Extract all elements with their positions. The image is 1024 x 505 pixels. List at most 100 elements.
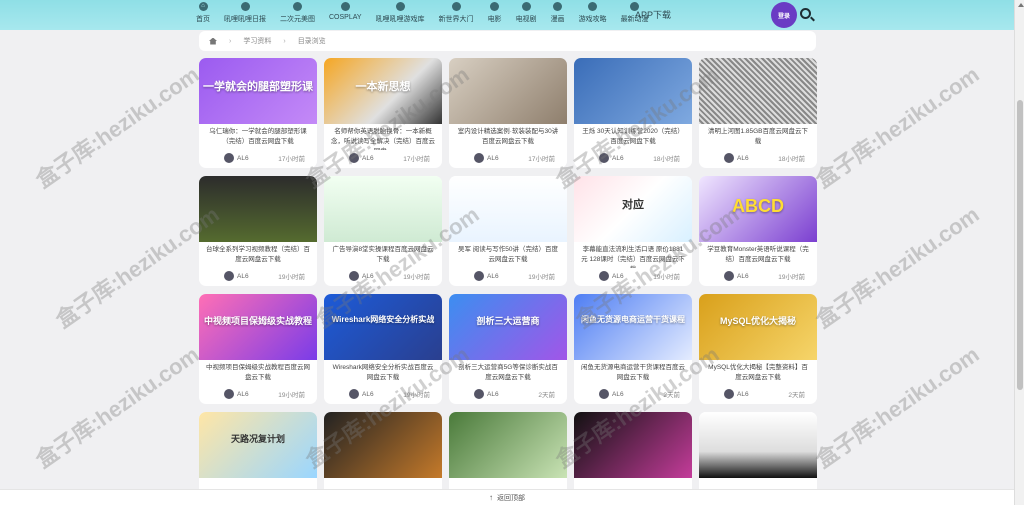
avatar[interactable] (724, 271, 734, 281)
author-name[interactable]: AL6 (362, 155, 374, 162)
post-thumbnail[interactable]: 中视频项目保姆级实战教程 (199, 294, 317, 360)
author-name[interactable]: AL6 (737, 391, 749, 398)
nav-item-tv[interactable]: 电视剧 (516, 2, 537, 24)
post-card[interactable]: 一学就会的腿部塑形课 乌仁瑞你：一学就会的腿部塑形课（完结）百度云网盘下载 AL… (199, 58, 317, 168)
post-thumbnail[interactable] (699, 412, 817, 478)
post-thumbnail[interactable]: MySQL优化大揭秘 (699, 294, 817, 360)
search-icon[interactable] (800, 8, 811, 19)
app-download-link[interactable]: APP下载 (635, 8, 671, 21)
post-title[interactable]: 名师帮你英语脱胎换骨：一本新概念，听说读写全解决（完结）百度云网盘... (324, 124, 442, 150)
post-card[interactable]: ABCD 学豆教育Monster英语听说课程（完结）百度云网盘云下载 AL6 19… (699, 176, 817, 286)
post-title[interactable]: MySQL优化大揭秘【完整资料】百度云网盘云下载 (699, 360, 817, 386)
post-thumbnail[interactable] (699, 58, 817, 124)
nav-item-comics[interactable]: 漫画 (551, 2, 565, 24)
author-name[interactable]: AL6 (612, 391, 624, 398)
author-name[interactable]: AL6 (487, 391, 499, 398)
nav-item-home[interactable]: ⌂ 首页 (196, 2, 210, 24)
avatar[interactable] (224, 271, 234, 281)
post-card[interactable]: 王烁 30天认知训练营2020（完结）百度云网盘下载 AL6 18小时前 (574, 58, 692, 168)
post-thumbnail[interactable]: 一学就会的腿部塑形课 (199, 58, 317, 124)
scrollbar-thumb[interactable] (1017, 100, 1023, 390)
post-title[interactable]: 室内设计精选案例·软装装配与30讲百度云网盘云下载 (449, 124, 567, 150)
post-title[interactable]: 台球全系列学习视频教程（完结）百度云网盘云下载 (199, 242, 317, 268)
post-card[interactable]: 吴军 阅读与写作50讲（完结）百度云网盘云下载 AL6 19小时前 (449, 176, 567, 286)
post-title[interactable]: 王烁 30天认知训练营2020（完结）百度云网盘下载 (574, 124, 692, 150)
nav-item-cosplay[interactable]: COSPLAY (329, 2, 362, 24)
avatar[interactable] (724, 153, 734, 163)
post-card[interactable]: Wireshark网络安全分析实战 Wireshark网络安全分析实战百度云网盘… (324, 294, 442, 404)
post-card[interactable]: MySQL优化大揭秘 MySQL优化大揭秘【完整资料】百度云网盘云下载 AL6 2… (699, 294, 817, 404)
avatar[interactable] (474, 153, 484, 163)
avatar[interactable] (349, 271, 359, 281)
post-thumbnail[interactable]: ABCD (699, 176, 817, 242)
post-thumbnail[interactable] (449, 176, 567, 242)
nav-item-daily[interactable]: 吼哩吼哩日报 (224, 2, 266, 24)
avatar[interactable] (224, 153, 234, 163)
post-title[interactable]: 清明上河图1.85GB百度云网盘云下载 (699, 124, 817, 150)
home-icon[interactable] (209, 37, 217, 45)
nav-item-movies[interactable]: 电影 (488, 2, 502, 24)
post-thumbnail[interactable] (449, 412, 567, 478)
nav-item-games[interactable]: 吼哩吼哩游戏库 (376, 2, 425, 24)
nav-item-images[interactable]: 二次元美图 (280, 2, 315, 24)
author-name[interactable]: AL6 (237, 273, 249, 280)
post-card[interactable]: 闲鱼无货源电商运营干货课程 闲鱼无货源电商运营干货课程百度云网盘云下载 AL6 2… (574, 294, 692, 404)
post-thumbnail[interactable] (574, 58, 692, 124)
author-name[interactable]: AL6 (737, 155, 749, 162)
post-card[interactable]: 中视频项目保姆级实战教程 中视频项目保姆级实战教程百度云网盘云下载 AL6 19小… (199, 294, 317, 404)
post-thumbnail[interactable]: 剖析三大运营商 (449, 294, 567, 360)
author-name[interactable]: AL6 (487, 273, 499, 280)
post-thumbnail[interactable]: 天路况复计划 (199, 412, 317, 478)
post-thumbnail[interactable]: 对应 (574, 176, 692, 242)
post-card[interactable]: 广告导演8堂实操课程百度云网盘云下载 AL6 19小时前 (324, 176, 442, 286)
scroll-up-icon[interactable] (1018, 3, 1024, 7)
post-thumbnail[interactable]: 一本新思想 (324, 58, 442, 124)
post-title[interactable]: 李幕能直法流利生活口语 原价1881元 128课时（完结）百度云网盘云下载 (574, 242, 692, 268)
post-title[interactable]: 吴军 阅读与写作50讲（完结）百度云网盘云下载 (449, 242, 567, 268)
post-title[interactable]: 学豆教育Monster英语听说课程（完结）百度云网盘云下载 (699, 242, 817, 268)
avatar[interactable] (224, 389, 234, 399)
login-button[interactable]: 登录 (771, 2, 797, 28)
avatar[interactable] (599, 389, 609, 399)
author-name[interactable]: AL6 (237, 391, 249, 398)
author-name[interactable]: AL6 (362, 391, 374, 398)
author-name[interactable]: AL6 (237, 155, 249, 162)
back-to-top-label[interactable]: 返回顶部 (497, 493, 525, 503)
post-thumbnail[interactable] (324, 412, 442, 478)
post-title[interactable]: 广告导演8堂实操课程百度云网盘云下载 (324, 242, 442, 268)
avatar[interactable] (599, 153, 609, 163)
nav-item-game-guides[interactable]: 游戏攻略 (579, 2, 607, 24)
post-card[interactable]: 室内设计精选案例·软装装配与30讲百度云网盘云下载 AL6 17小时前 (449, 58, 567, 168)
post-thumbnail[interactable] (324, 176, 442, 242)
avatar[interactable] (474, 389, 484, 399)
author-name[interactable]: AL6 (487, 155, 499, 162)
post-title[interactable]: 中视频项目保姆级实战教程百度云网盘云下载 (199, 360, 317, 386)
post-thumbnail[interactable] (199, 176, 317, 242)
author-name[interactable]: AL6 (737, 273, 749, 280)
avatar[interactable] (349, 389, 359, 399)
post-title[interactable]: 闲鱼无货源电商运营干货课程百度云网盘云下载 (574, 360, 692, 386)
post-title[interactable]: Wireshark网络安全分析实战百度云网盘云下载 (324, 360, 442, 386)
scrollbar[interactable] (1014, 0, 1024, 505)
post-thumbnail[interactable]: Wireshark网络安全分析实战 (324, 294, 442, 360)
post-card[interactable]: 剖析三大运营商 剖析三大运营商5G等保诊断实战百度云网盘云下载 AL6 2天前 (449, 294, 567, 404)
post-card[interactable]: 清明上河图1.85GB百度云网盘云下载 AL6 18小时前 (699, 58, 817, 168)
avatar[interactable] (474, 271, 484, 281)
avatar[interactable] (349, 153, 359, 163)
post-title[interactable]: 乌仁瑞你：一学就会的腿部塑形课（完结）百度云网盘下载 (199, 124, 317, 150)
author-name[interactable]: AL6 (362, 273, 374, 280)
post-thumbnail[interactable]: 闲鱼无货源电商运营干货课程 (574, 294, 692, 360)
author-name[interactable]: AL6 (612, 273, 624, 280)
post-card[interactable]: 一本新思想 名师帮你英语脱胎换骨：一本新概念，听说读写全解决（完结）百度云网盘.… (324, 58, 442, 168)
post-card[interactable]: 台球全系列学习视频教程（完结）百度云网盘云下载 AL6 19小时前 (199, 176, 317, 286)
breadcrumb-item-study[interactable]: 学习资料 (243, 36, 271, 46)
avatar[interactable] (599, 271, 609, 281)
post-thumbnail[interactable] (449, 58, 567, 124)
author-name[interactable]: AL6 (612, 155, 624, 162)
post-card[interactable]: 对应 李幕能直法流利生活口语 原价1881元 128课时（完结）百度云网盘云下载… (574, 176, 692, 286)
post-thumbnail[interactable] (574, 412, 692, 478)
nav-item-new-world[interactable]: 新世界大门 (439, 2, 474, 24)
back-to-top-bar[interactable]: ↑ 返回顶部 (0, 489, 1014, 505)
avatar[interactable] (724, 389, 734, 399)
post-title[interactable]: 剖析三大运营商5G等保诊断实战百度云网盘云下载 (449, 360, 567, 386)
